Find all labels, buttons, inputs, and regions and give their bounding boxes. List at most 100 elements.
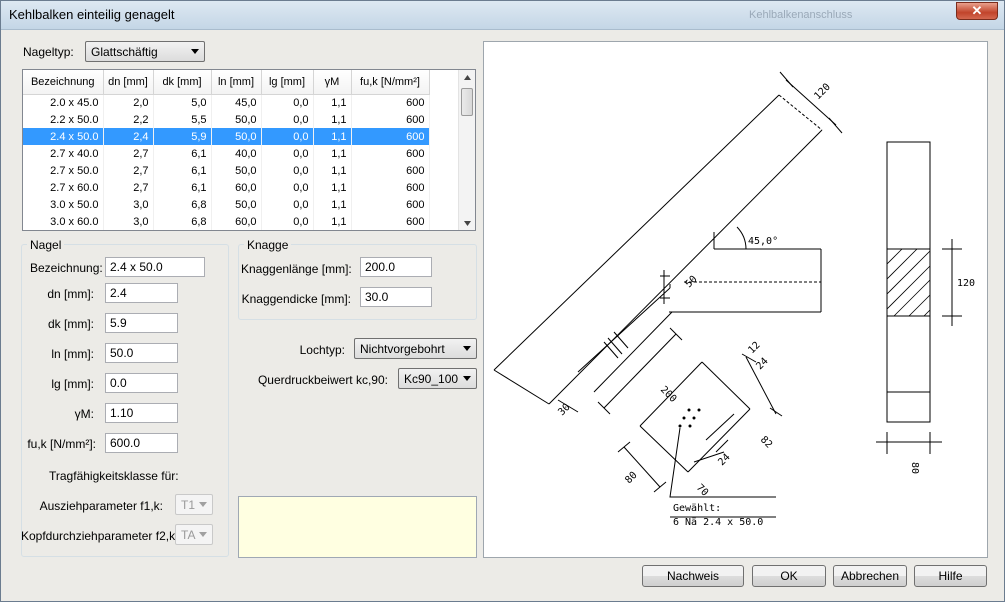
querdruck-label: Querdruckbeiwert kc,90: [257, 373, 388, 387]
scroll-thumb[interactable] [461, 88, 473, 116]
column-header[interactable]: γM [313, 70, 352, 95]
nail-table[interactable]: Bezeichnung dn [mm] dk [mm] ln [mm] lg [… [22, 69, 476, 231]
window-title: Kehlbalken einteilig genagelt [9, 7, 175, 22]
table-scrollbar[interactable] [458, 70, 475, 230]
table-cell: 6,1 [153, 179, 212, 196]
column-header[interactable]: dn [mm] [103, 70, 154, 95]
lg-field[interactable]: 0.0 [105, 373, 178, 393]
nail-dots [678, 408, 701, 428]
bezeichnung-label: Bezeichnung: [30, 261, 103, 275]
gamma-m-field[interactable]: 1.10 [105, 403, 178, 423]
message-box [238, 496, 477, 558]
table-cell: 50,0 [211, 196, 262, 213]
knaggendicke-label: Knaggendicke [mm]: [241, 292, 351, 306]
hilfe-button[interactable]: Hilfe [914, 565, 987, 587]
dk-label: dk [mm]: [47, 317, 94, 331]
table-cell: 0,0 [261, 111, 314, 128]
fuk-label: fu,k [N/mm²]: [27, 437, 96, 451]
table-row[interactable]: 2.7 x 40.0 2,7 6,1 40,0 0,0 1,1 600 [23, 145, 430, 162]
scroll-down-icon[interactable] [464, 221, 471, 226]
dim-24a-text: 24 [754, 356, 770, 372]
table-cell: 3.0 x 60.0 [23, 213, 104, 230]
table-cell: 2.7 x 50.0 [23, 162, 104, 179]
column-header[interactable]: lg [mm] [261, 70, 314, 95]
knaggenlaenge-field[interactable]: 200.0 [360, 257, 432, 277]
nageltyp-value: Glattschäftig [91, 45, 158, 59]
f2-select[interactable]: TA [175, 524, 213, 545]
lochtyp-value: Nichtvorgebohrt [360, 342, 445, 356]
knagge-group-title: Knagge [244, 238, 292, 252]
knaggendicke-field[interactable]: 30.0 [360, 287, 432, 307]
knaggenlaenge-label: Knaggenlänge [mm]: [241, 262, 352, 276]
table-cell: 45,0 [211, 94, 262, 111]
table-cell: 0,0 [261, 145, 314, 162]
table-cell: 1,1 [313, 128, 352, 145]
knagge-piece [577, 284, 673, 393]
table-cell: 2,0 [103, 94, 154, 111]
dim-24b-text: 24 [716, 452, 732, 468]
table-row[interactable]: 2.0 x 45.0 2,0 5,0 45,0 0,0 1,1 600 [23, 94, 430, 111]
table-row[interactable]: 2.4 x 50.0 2,4 5,9 50,0 0,0 1,1 600 [23, 128, 430, 145]
table-cell: 5,9 [153, 128, 212, 145]
dn-label: dn [mm]: [47, 287, 94, 301]
table-header-row: Bezeichnung dn [mm] dk [mm] ln [mm] lg [… [23, 70, 430, 95]
table-cell: 1,1 [313, 162, 352, 179]
table-row[interactable]: 3.0 x 50.0 3,0 6,8 50,0 0,0 1,1 600 [23, 196, 430, 213]
dim-80-text: 80 [623, 470, 639, 486]
table-cell: 5,5 [153, 111, 212, 128]
table-cell: 0,0 [261, 94, 314, 111]
table-cell: 50,0 [211, 128, 262, 145]
nagel-group-title: Nagel [27, 238, 65, 252]
chevron-down-icon [463, 346, 471, 351]
table-cell: 6,8 [153, 213, 212, 230]
abbrechen-button[interactable]: Abbrechen [833, 565, 907, 587]
querdruck-select[interactable]: Kc90_100 [398, 368, 477, 389]
table-cell: 2.7 x 60.0 [23, 179, 104, 196]
chevron-down-icon [199, 502, 207, 507]
ln-field[interactable]: 50.0 [105, 343, 178, 363]
table-row[interactable]: 2.7 x 60.0 2,7 6,1 60,0 0,0 1,1 600 [23, 179, 430, 196]
lochtyp-select[interactable]: Nichtvorgebohrt [354, 338, 477, 359]
table-row[interactable]: 2.2 x 50.0 2,2 5,5 50,0 0,0 1,1 600 [23, 111, 430, 128]
column-header[interactable]: ln [mm] [211, 70, 262, 95]
bezeichnung-field[interactable]: 2.4 x 50.0 [105, 257, 205, 277]
dk-field[interactable]: 5.9 [105, 313, 178, 333]
table-cell: 1,1 [313, 196, 352, 213]
nageltyp-select[interactable]: Glattschäftig [85, 41, 205, 62]
dn-field[interactable]: 2.4 [105, 283, 178, 303]
table-cell: 50,0 [211, 162, 262, 179]
column-header[interactable]: fu,k [N/mm²] [351, 70, 430, 95]
gewaehlt-value: 6 Nä 2.4 x 50.0 [673, 517, 763, 528]
table-row[interactable]: 2.7 x 50.0 2,7 6,1 50,0 0,0 1,1 600 [23, 162, 430, 179]
chevron-down-icon [463, 376, 471, 381]
fuk-field[interactable]: 600.0 [105, 433, 178, 453]
dim-82-text: 82 [758, 434, 774, 450]
dim-120-side-text: 120 [957, 278, 975, 289]
table-cell: 0,0 [261, 213, 314, 230]
table-cell: 2.7 x 40.0 [23, 145, 104, 162]
scroll-up-icon[interactable] [464, 75, 471, 80]
f1-select[interactable]: T1 [175, 494, 213, 515]
f1-label: Ausziehparameter f1,k: [39, 499, 163, 513]
ok-button[interactable]: OK [752, 565, 826, 587]
nachweis-button[interactable]: Nachweis [642, 565, 744, 587]
table-cell: 6,8 [153, 196, 212, 213]
table-row[interactable]: 3.0 x 60.0 3,0 6,8 60,0 0,0 1,1 600 [23, 213, 430, 230]
column-header[interactable]: Bezeichnung [23, 70, 104, 95]
lg-label: lg [mm]: [51, 377, 94, 391]
f1-value: T1 [181, 498, 196, 512]
close-button[interactable]: ✕ [956, 2, 998, 20]
table-cell: 2,7 [103, 179, 154, 196]
nageltyp-label: Nageltyp: [23, 45, 74, 59]
f2-value: TA [181, 528, 196, 542]
table-cell: 1,1 [313, 179, 352, 196]
column-header[interactable]: dk [mm] [153, 70, 212, 95]
table-cell: 2.4 x 50.0 [23, 128, 104, 145]
knagge-group [238, 244, 477, 320]
title-bar[interactable]: Kehlbalken einteilig genagelt Kehlbalken… [1, 1, 1004, 30]
dim-120-top-line [779, 71, 843, 134]
table-cell: 600 [351, 128, 430, 145]
tragfaehigkeit-label: Tragfähigkeitsklasse für: [49, 469, 179, 483]
chevron-down-icon [199, 532, 207, 537]
table-cell: 1,1 [313, 213, 352, 230]
